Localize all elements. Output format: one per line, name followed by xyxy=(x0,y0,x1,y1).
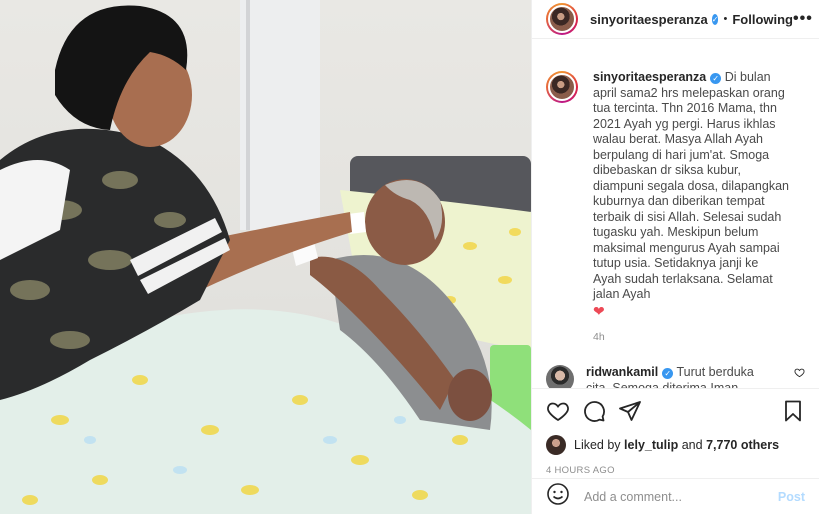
caption-row: sinyoritaesperanza ✓ Di bulan april sama2… xyxy=(546,70,805,319)
save-bookmark-icon[interactable] xyxy=(781,399,805,423)
header-separator: • xyxy=(723,13,728,25)
add-comment-bar: Post xyxy=(532,478,819,514)
instagram-post: sinyoritaesperanza ✓ • Following ••• sin… xyxy=(0,0,819,514)
liker-username[interactable]: lely_tulip xyxy=(624,438,678,452)
commenter-verified-badge-icon: ✓ xyxy=(662,368,674,379)
photo-illustration xyxy=(0,0,531,514)
following-button[interactable]: Following xyxy=(732,12,793,27)
add-comment-input[interactable] xyxy=(584,489,774,504)
commenter-username[interactable]: ridwankamil xyxy=(586,365,658,379)
post-comment-button[interactable]: Post xyxy=(778,490,805,504)
red-heart-emoji: ❤ xyxy=(593,302,605,319)
caption-username[interactable]: sinyoritaesperanza xyxy=(593,70,706,84)
comment-like-heart-icon[interactable] xyxy=(794,367,805,388)
likes-count-link[interactable]: 7,770 others xyxy=(706,438,779,452)
likes-row: Liked by lely_tulip and 7,770 others xyxy=(546,435,805,455)
caption-avatar[interactable] xyxy=(546,71,578,103)
comment-row: ridwankamil ✓ Turut berduka cita. Semoga … xyxy=(546,365,805,388)
author-avatar[interactable] xyxy=(546,3,578,35)
caption: sinyoritaesperanza ✓ Di bulan april sama2… xyxy=(593,70,789,319)
comment: ridwankamil ✓ Turut berduka cita. Semoga … xyxy=(586,365,771,388)
comment-bubble-icon[interactable] xyxy=(582,399,606,423)
caption-text: Di bulan april sama2 hrs melepaskan oran… xyxy=(593,70,789,301)
post-side-panel: sinyoritaesperanza ✓ • Following ••• sin… xyxy=(531,0,819,514)
action-icons xyxy=(546,399,805,423)
share-paper-plane-icon[interactable] xyxy=(618,399,642,423)
patient-hand xyxy=(448,369,492,421)
post-header: sinyoritaesperanza ✓ • Following ••• xyxy=(532,0,819,39)
likes-prefix: Liked by xyxy=(574,438,621,452)
post-timestamp[interactable]: 4 HOURS AGO xyxy=(546,465,805,476)
wall-panel xyxy=(240,0,320,230)
like-heart-icon[interactable] xyxy=(546,399,570,423)
author-username[interactable]: sinyoritaesperanza xyxy=(590,12,708,27)
comments-section[interactable]: sinyoritaesperanza ✓ Di bulan april sama2… xyxy=(532,40,819,388)
commenter-avatar[interactable] xyxy=(546,365,574,388)
caption-verified-badge-icon: ✓ xyxy=(710,73,722,84)
post-photo[interactable] xyxy=(0,0,531,514)
emoji-smiley-icon[interactable] xyxy=(546,482,570,511)
likes-and: and xyxy=(681,438,703,452)
action-bar: Liked by lely_tulip and 7,770 others 4 H… xyxy=(532,388,819,476)
liker-avatar[interactable] xyxy=(546,435,566,455)
more-options-icon[interactable]: ••• xyxy=(793,10,813,28)
caption-time: 4h xyxy=(593,331,605,343)
verified-badge-icon: ✓ xyxy=(711,13,719,25)
door-frame xyxy=(246,0,250,230)
